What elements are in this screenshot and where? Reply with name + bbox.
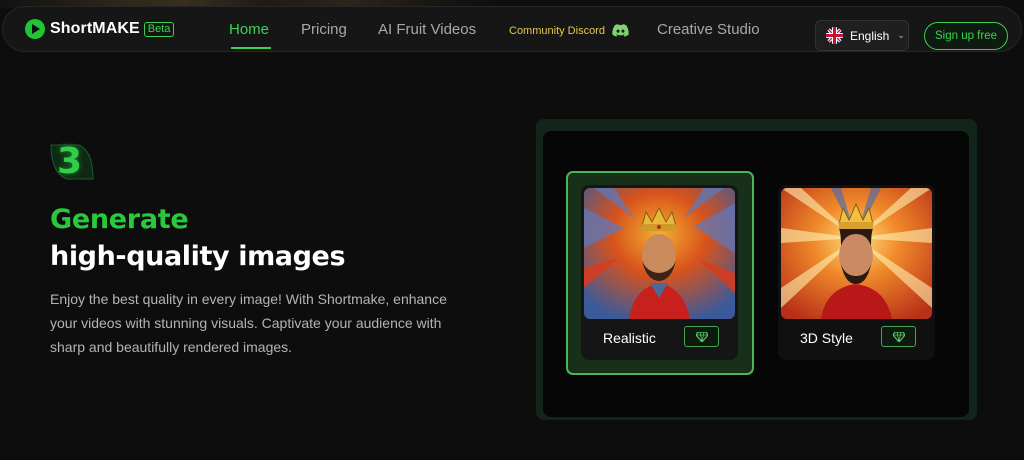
hero-description: Enjoy the best quality in every image! W… [50,291,447,355]
style-label-3d: 3D Style [800,330,853,346]
headline-highlight: Generate [50,204,189,235]
nav-home[interactable]: Home [229,21,269,38]
3d-preview-image [781,188,932,319]
step-number: 3 [57,141,83,182]
top-navbar: ShortMAKE Beta Home Pricing AI Fruit Vid… [2,6,1022,52]
step-badge: 3 [49,143,95,181]
discord-icon [612,24,629,37]
style-label-realistic: Realistic [603,330,656,346]
logo-text: ShortMAKE [50,20,140,37]
style-card-realistic[interactable]: Realistic [581,185,738,360]
gem-icon [881,326,916,347]
language-label: English [850,28,890,43]
uk-flag-icon [826,27,843,44]
chevron-down-icon: ⌄ [897,30,905,40]
gem-icon [684,326,719,347]
nav-ai-fruit-videos[interactable]: AI Fruit Videos [378,21,476,38]
active-nav-indicator [231,47,271,49]
beta-badge: Beta [143,21,175,37]
logo[interactable]: ShortMAKE Beta [25,18,175,40]
nav-creative-studio[interactable]: Creative Studio [657,21,760,38]
nav-community-discord-label: Community Discord [509,24,605,37]
signup-button[interactable]: Sign up free [924,22,1008,50]
headline: high-quality images [50,241,346,272]
style-card-3d[interactable]: 3D Style [778,185,935,360]
nav-pricing[interactable]: Pricing [301,21,347,38]
language-selector[interactable]: English ⌄ [815,20,909,51]
realistic-preview-image [584,188,735,319]
play-logo-icon [25,19,45,39]
nav-community-discord[interactable]: Community Discord [509,24,629,37]
